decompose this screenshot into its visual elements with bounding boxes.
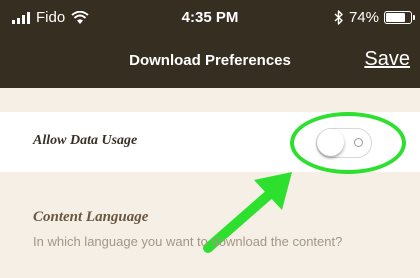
highlight-circle-annotation (290, 112, 406, 174)
battery-nub (413, 15, 415, 20)
allow-data-usage-label: Allow Data Usage (33, 133, 138, 148)
content-language-title: Content Language (33, 209, 149, 225)
battery-icon (384, 11, 415, 24)
bluetooth-icon (334, 10, 343, 25)
battery-fill (386, 13, 406, 22)
status-bar: Fido 4:35 PM 74% (0, 0, 420, 36)
battery-percent: 74% (348, 9, 379, 26)
content-language-subtitle: In which language you want to download t… (33, 234, 343, 249)
status-right: 74% (334, 9, 415, 26)
save-button[interactable]: Save (364, 48, 410, 71)
nav-bar: Download Preferences Save (0, 36, 420, 88)
page-title: Download Preferences (129, 52, 291, 69)
